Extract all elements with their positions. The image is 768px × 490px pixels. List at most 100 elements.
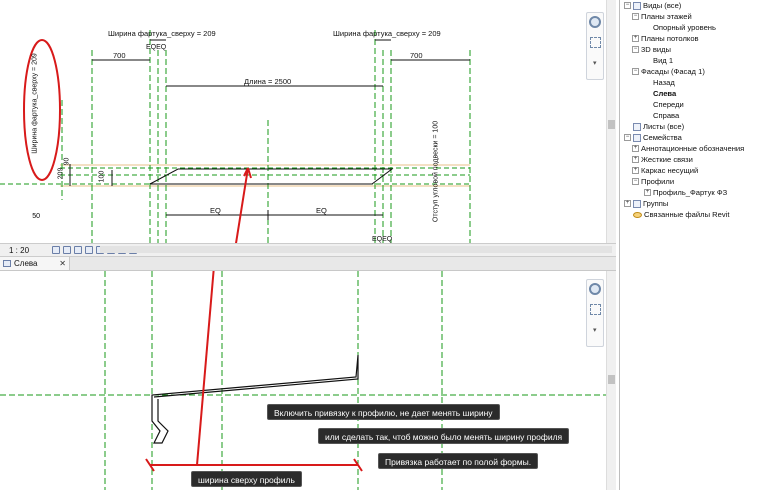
bottom-vertical-scrollbar[interactable]	[606, 271, 616, 490]
collapse-icon[interactable]: −	[624, 2, 631, 9]
browser-item[interactable]: + Профиль_Фартук ФЗ	[644, 187, 727, 198]
label-700-left: 700	[113, 51, 126, 60]
browser-item[interactable]: − Фасады (Фасад 1)	[632, 66, 705, 77]
browser-item[interactable]: Слева	[644, 88, 676, 99]
label-length: Длина = 2500	[244, 77, 292, 86]
top-vertical-scrollbar[interactable]	[606, 0, 616, 243]
top-scale-label[interactable]: 1 : 20	[9, 246, 29, 255]
callout-snap-to-profile: Включить привязку к профилю, не дает мен…	[267, 404, 500, 420]
browser-item-label: Семейства	[643, 133, 682, 142]
zoom-region-icon[interactable]	[590, 304, 601, 315]
browser-item-label: 3D виды	[641, 45, 671, 54]
browser-item[interactable]: Опорный уровень	[644, 22, 716, 33]
callout-change-width: или сделать так, чтоб можно было менять …	[318, 428, 570, 444]
browser-item-label: Опорный уровень	[653, 23, 716, 32]
sun-path-icon[interactable]	[74, 246, 82, 254]
collapse-icon[interactable]: −	[632, 178, 639, 185]
label-width-top-left: Ширина фартука_сверху = 209	[108, 29, 216, 38]
browser-item[interactable]: Назад	[644, 77, 675, 88]
expand-icon[interactable]: +	[644, 189, 651, 196]
browser-item-label: Профиль_Фартук ФЗ	[653, 188, 728, 197]
browser-item[interactable]: Вид 1	[644, 55, 673, 66]
label-100: 100	[98, 170, 106, 183]
browser-item[interactable]: − Планы этажей	[632, 11, 692, 22]
project-browser: − Виды (все) − Планы этажей Опорный уровень +…	[619, 0, 768, 490]
bottom-drawing-view[interactable]: ▾ Включить привязку к профилю, не дает м…	[0, 271, 616, 490]
dim-label-50-fixed: 50	[32, 213, 40, 220]
expand-icon[interactable]: +	[624, 200, 631, 207]
browser-item[interactable]: Спереди	[644, 99, 684, 110]
browser-item-label: Виды (все)	[643, 1, 682, 10]
view-tab-bar: Слева ✕	[0, 257, 616, 271]
label-offset: Отступ угловой подвески = 100	[432, 120, 440, 223]
browser-item-label: Справа	[653, 111, 680, 120]
collapse-icon[interactable]: −	[632, 68, 639, 75]
groups-icon	[633, 199, 641, 208]
visual-style-icon[interactable]	[63, 246, 71, 254]
profile-outline	[149, 168, 394, 185]
collapse-icon[interactable]: −	[624, 134, 631, 141]
browser-item-label: Связанные файлы Revit	[644, 210, 730, 219]
expand-icon[interactable]: +	[632, 156, 639, 163]
browser-item[interactable]: Связанные файлы Revit	[624, 209, 729, 220]
label-700-right: 700	[410, 51, 423, 60]
browser-item-label: Листы (все)	[643, 122, 685, 131]
browser-item[interactable]: + Каркас несущий	[632, 165, 698, 176]
browser-item[interactable]: − Профили	[632, 176, 674, 187]
shadows-icon[interactable]	[85, 246, 93, 254]
label-width-top-right: Ширина фартука_сверху = 209	[333, 29, 441, 38]
top-navigation-bar[interactable]: ▾	[586, 12, 604, 80]
steering-wheel-icon[interactable]	[589, 16, 601, 28]
browser-item-label: Планы этажей	[641, 12, 692, 21]
zoom-region-icon[interactable]	[590, 37, 601, 48]
browser-item[interactable]: + Жесткие связи	[632, 154, 693, 165]
collapse-icon[interactable]: −	[632, 46, 639, 53]
tab-left-elevation[interactable]: Слева ✕	[0, 257, 70, 270]
red-arrow-line-lower	[196, 271, 215, 466]
callout-void-form: Привязка работает по полой формы.	[378, 453, 539, 469]
browser-item[interactable]: − Виды (все)	[624, 0, 681, 11]
label-vertical-param: Ширина фартука_сверху = 209	[31, 53, 39, 154]
browser-item[interactable]: −3D виды	[632, 44, 671, 55]
bottom-navigation-bar[interactable]: ▾	[586, 279, 604, 347]
red-arrow-line	[235, 167, 249, 243]
chevron-down-icon[interactable]: ▾	[593, 59, 597, 67]
tab-label: Слева	[14, 259, 38, 268]
top-vscroll-thumb[interactable]	[608, 120, 615, 129]
browser-item[interactable]: + Группы	[624, 198, 668, 209]
top-drawing-view[interactable]: 50 Ширина фартука_сверху = 209 Ширина фа…	[0, 0, 616, 243]
label-209: 209	[57, 167, 65, 180]
views-icon	[633, 1, 641, 10]
expand-icon[interactable]: +	[632, 35, 639, 42]
collapse-icon[interactable]: −	[632, 13, 639, 20]
expand-icon[interactable]: +	[632, 145, 639, 152]
label-eq-left: EQ	[210, 206, 221, 215]
steering-wheel-icon[interactable]	[589, 283, 601, 295]
close-icon[interactable]: ✕	[59, 259, 66, 268]
expand-icon[interactable]: +	[632, 167, 639, 174]
browser-item-label: Профили	[641, 177, 675, 186]
browser-item[interactable]: + Планы потолков	[632, 33, 699, 44]
browser-item[interactable]: Листы (все)	[624, 121, 684, 132]
chevron-down-icon[interactable]: ▾	[593, 326, 597, 334]
browser-item-label: Аннотационные обозначения	[641, 144, 745, 153]
browser-item-label: Назад	[653, 78, 675, 87]
bottom-vscroll-thumb[interactable]	[608, 375, 615, 384]
families-icon	[633, 133, 641, 142]
elevation-view-icon	[3, 260, 11, 267]
label-90: 90	[63, 157, 71, 166]
top-horizontal-scrollbar[interactable]	[100, 246, 612, 253]
top-drawing-canvas: 50	[0, 30, 471, 243]
revit-link-icon	[633, 211, 642, 218]
browser-item[interactable]: Справа	[644, 110, 679, 121]
detail-level-icon[interactable]	[52, 246, 60, 254]
label-eqeq-bottom: EQEQ	[372, 236, 393, 243]
browser-item-label: Вид 1	[653, 56, 674, 65]
browser-item[interactable]: − Семейства	[624, 132, 682, 143]
browser-item[interactable]: + Аннотационные обозначения	[632, 143, 744, 154]
